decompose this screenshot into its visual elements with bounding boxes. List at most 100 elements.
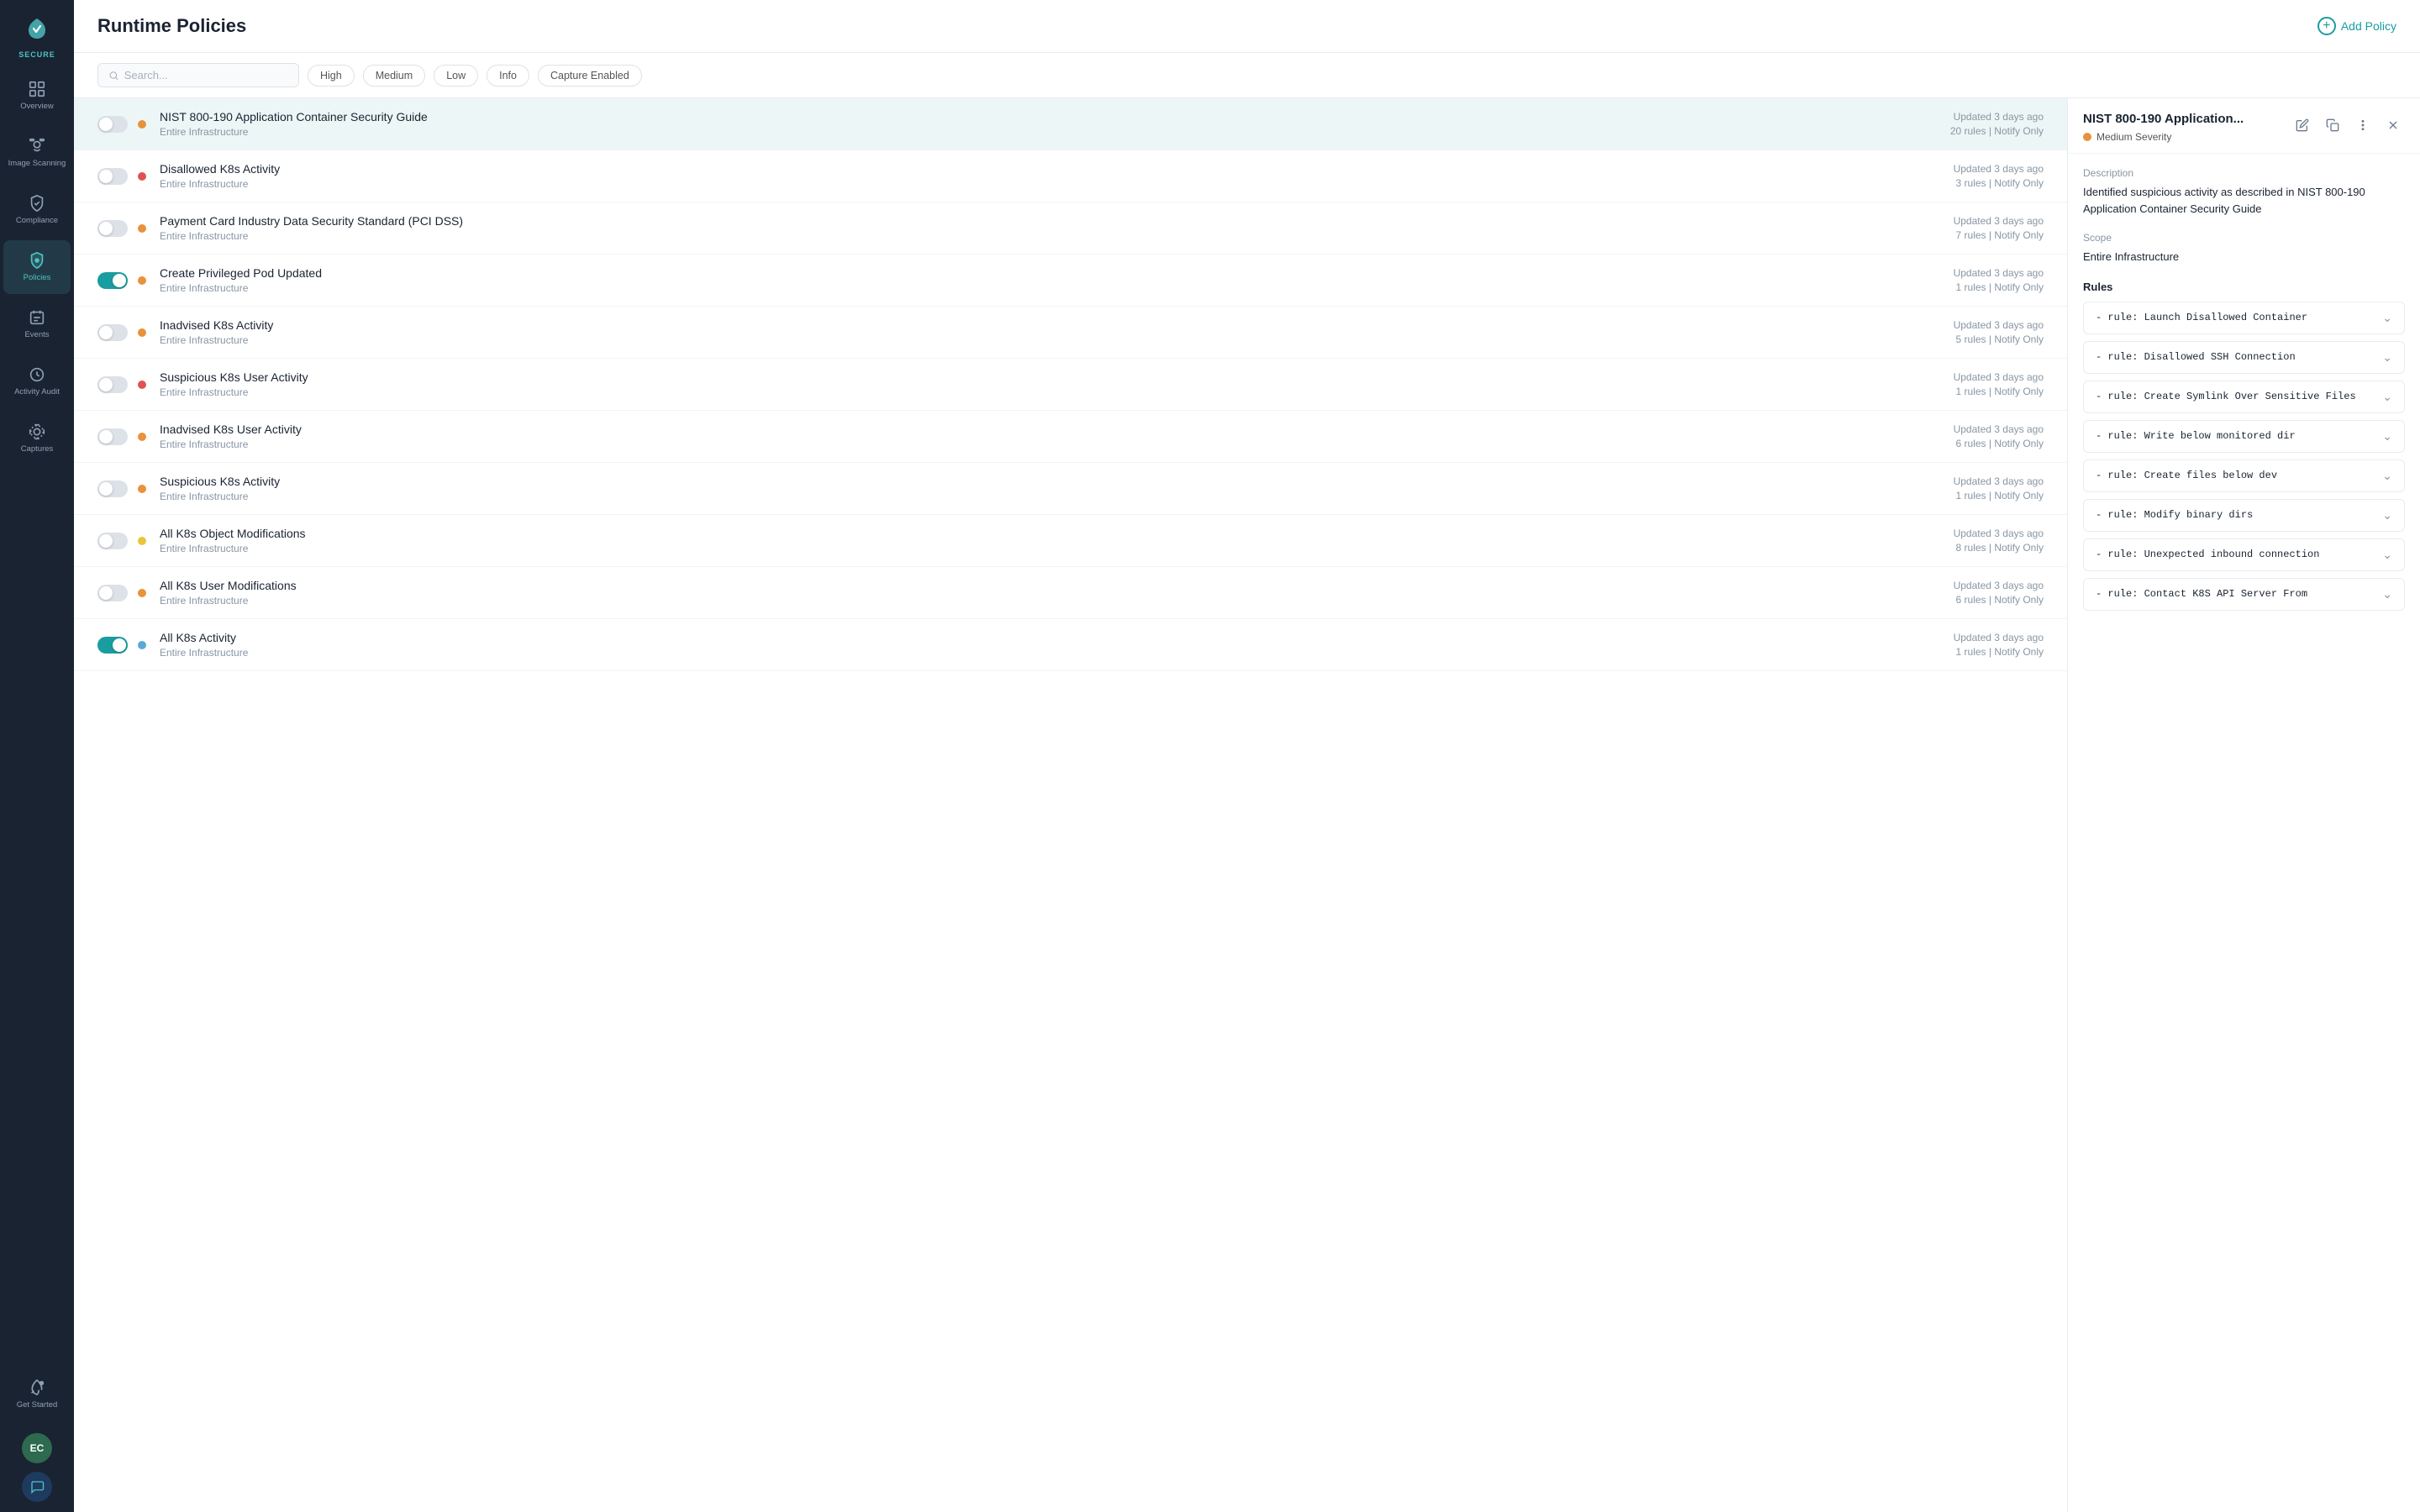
rule-item[interactable]: - rule: Disallowed SSH Connection ⌄ (2083, 341, 2405, 374)
search-input[interactable] (124, 69, 288, 81)
policy-row[interactable]: All K8s User Modifications Entire Infras… (74, 567, 2067, 619)
policy-info: Disallowed K8s Activity Entire Infrastru… (160, 162, 1954, 190)
policy-rules: 1 rules | Notify Only (1954, 490, 2044, 501)
filter-chip-high[interactable]: High (308, 65, 355, 87)
detail-panel: NIST 800-190 Application... Medium Sever… (2067, 98, 2420, 1512)
policy-scope: Entire Infrastructure (160, 126, 1950, 138)
chat-button[interactable] (22, 1472, 52, 1502)
chevron-down-icon: ⌄ (2382, 587, 2392, 601)
rule-item[interactable]: - rule: Modify binary dirs ⌄ (2083, 499, 2405, 532)
content-area: NIST 800-190 Application Container Secur… (74, 98, 2420, 1512)
rule-item[interactable]: - rule: Write below monitored dir ⌄ (2083, 420, 2405, 453)
severity-dot (138, 328, 146, 337)
add-policy-button[interactable]: + Add Policy (2317, 17, 2396, 35)
policy-row[interactable]: Create Privileged Pod Updated Entire Inf… (74, 255, 2067, 307)
policy-info: Payment Card Industry Data Security Stan… (160, 214, 1954, 242)
rule-item[interactable]: - rule: Unexpected inbound connection ⌄ (2083, 538, 2405, 571)
detail-severity-label: Medium Severity (2096, 131, 2171, 143)
user-avatar[interactable]: EC (22, 1433, 52, 1463)
policy-row[interactable]: Inadvised K8s Activity Entire Infrastruc… (74, 307, 2067, 359)
policy-updated: Updated 3 days ago (1954, 475, 2044, 487)
policy-updated: Updated 3 days ago (1954, 319, 2044, 331)
policy-scope: Entire Infrastructure (160, 491, 1954, 502)
sidebar-item-compliance[interactable]: Compliance (3, 183, 71, 237)
rule-item[interactable]: - rule: Create files below dev ⌄ (2083, 459, 2405, 492)
severity-dot (138, 224, 146, 233)
policy-rules: 5 rules | Notify Only (1954, 333, 2044, 345)
rule-text: - rule: Unexpected inbound connection (2096, 549, 2319, 560)
policy-toggle[interactable] (97, 324, 128, 341)
sidebar-item-overview[interactable]: Overview (3, 69, 71, 123)
sidebar-item-get-started[interactable]: Get Started (3, 1368, 71, 1421)
policy-updated: Updated 3 days ago (1954, 267, 2044, 279)
policy-name: Suspicious K8s Activity (160, 475, 1954, 488)
policy-updated: Updated 3 days ago (1954, 215, 2044, 227)
sidebar-item-captures[interactable]: Captures (3, 412, 71, 465)
rule-item[interactable]: - rule: Launch Disallowed Container ⌄ (2083, 302, 2405, 334)
policy-toggle[interactable] (97, 376, 128, 393)
policy-row[interactable]: Suspicious K8s User Activity Entire Infr… (74, 359, 2067, 411)
policy-toggle[interactable] (97, 272, 128, 289)
more-options-button[interactable] (2351, 113, 2375, 137)
policy-row[interactable]: Payment Card Industry Data Security Stan… (74, 202, 2067, 255)
policy-rules: 7 rules | Notify Only (1954, 229, 2044, 241)
filter-chip-info[interactable]: Info (487, 65, 529, 87)
scope-label: Scope (2083, 232, 2405, 244)
policy-rules: 1 rules | Notify Only (1954, 646, 2044, 658)
chevron-down-icon: ⌄ (2382, 429, 2392, 444)
policy-scope: Entire Infrastructure (160, 230, 1954, 242)
policy-meta: Updated 3 days ago 6 rules | Notify Only (1954, 580, 2044, 606)
policy-info: All K8s User Modifications Entire Infras… (160, 579, 1954, 606)
search-box[interactable] (97, 63, 299, 87)
filter-chip-capture-enabled[interactable]: Capture Enabled (538, 65, 642, 87)
sidebar-item-image-scanning-label: Image Scanning (8, 159, 66, 168)
sidebar-item-events[interactable]: Events (3, 297, 71, 351)
app-logo[interactable] (18, 10, 55, 47)
sidebar-item-policies[interactable]: Policies (3, 240, 71, 294)
policy-toggle[interactable] (97, 116, 128, 133)
description-section: Description Identified suspicious activi… (2083, 167, 2405, 217)
policy-row[interactable]: All K8s Activity Entire Infrastructure U… (74, 619, 2067, 671)
policy-scope: Entire Infrastructure (160, 282, 1954, 294)
policy-toggle[interactable] (97, 220, 128, 237)
policy-toggle[interactable] (97, 533, 128, 549)
filter-chip-low[interactable]: Low (434, 65, 478, 87)
edit-button[interactable] (2291, 113, 2314, 137)
policy-updated: Updated 3 days ago (1954, 632, 2044, 643)
policy-meta: Updated 3 days ago 1 rules | Notify Only (1954, 475, 2044, 501)
severity-dot (138, 589, 146, 597)
policy-info: Create Privileged Pod Updated Entire Inf… (160, 266, 1954, 294)
policy-toggle[interactable] (97, 480, 128, 497)
policy-list: NIST 800-190 Application Container Secur… (74, 98, 2067, 1512)
sidebar-item-activity-audit[interactable]: Activity Audit (3, 354, 71, 408)
rule-text: - rule: Launch Disallowed Container (2096, 312, 2307, 323)
rule-item[interactable]: - rule: Create Symlink Over Sensitive Fi… (2083, 381, 2405, 413)
rule-item[interactable]: - rule: Contact K8S API Server From ⌄ (2083, 578, 2405, 611)
sidebar-item-compliance-label: Compliance (16, 216, 58, 225)
policy-toggle[interactable] (97, 637, 128, 654)
policy-scope: Entire Infrastructure (160, 595, 1954, 606)
chevron-down-icon: ⌄ (2382, 508, 2392, 522)
rules-section: Rules - rule: Launch Disallowed Containe… (2083, 281, 2405, 611)
detail-body: Description Identified suspicious activi… (2068, 154, 2420, 1512)
policy-row[interactable]: All K8s Object Modifications Entire Infr… (74, 515, 2067, 567)
policy-toggle[interactable] (97, 428, 128, 445)
policy-meta: Updated 3 days ago 1 rules | Notify Only (1954, 371, 2044, 397)
severity-dot (138, 120, 146, 129)
policy-info: All K8s Object Modifications Entire Infr… (160, 527, 1954, 554)
policy-toggle[interactable] (97, 585, 128, 601)
sidebar-item-image-scanning[interactable]: Image Scanning (3, 126, 71, 180)
policy-row[interactable]: Suspicious K8s Activity Entire Infrastru… (74, 463, 2067, 515)
policy-row[interactable]: NIST 800-190 Application Container Secur… (74, 98, 2067, 150)
policy-row[interactable]: Inadvised K8s User Activity Entire Infra… (74, 411, 2067, 463)
copy-button[interactable] (2321, 113, 2344, 137)
chevron-down-icon: ⌄ (2382, 548, 2392, 562)
policy-updated: Updated 3 days ago (1954, 163, 2044, 175)
policy-scope: Entire Infrastructure (160, 334, 1954, 346)
filter-bar: High Medium Low Info Capture Enabled (74, 53, 2420, 98)
filter-chip-medium[interactable]: Medium (363, 65, 425, 87)
policy-row[interactable]: Disallowed K8s Activity Entire Infrastru… (74, 150, 2067, 202)
severity-dot-detail (2083, 133, 2091, 141)
close-detail-button[interactable] (2381, 113, 2405, 137)
policy-toggle[interactable] (97, 168, 128, 185)
